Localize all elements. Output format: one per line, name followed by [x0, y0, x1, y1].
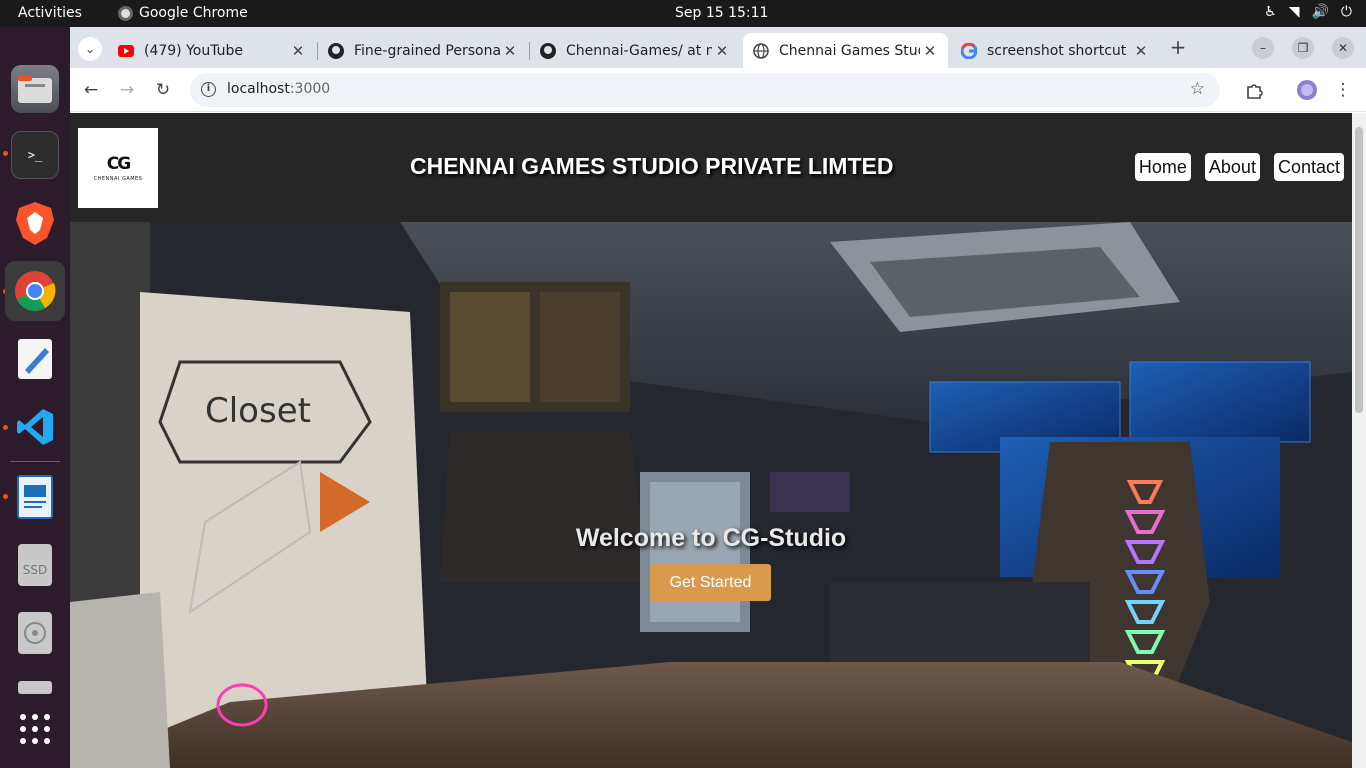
files-icon[interactable] [11, 65, 59, 113]
address-bar[interactable]: i localhost:3000 ☆ [190, 73, 1220, 107]
terminal-icon[interactable]: >_ [11, 131, 59, 179]
dock-separator [10, 461, 60, 462]
svg-text:Closet: Closet [205, 391, 311, 431]
get-started-button[interactable]: Get Started [650, 564, 771, 601]
libreoffice-writer-icon[interactable] [11, 473, 59, 521]
app-menu[interactable]: Google Chrome [118, 5, 248, 21]
minimize-button[interactable]: – [1252, 37, 1274, 59]
site-nav: Home About Contact [1134, 153, 1344, 181]
github-icon [540, 42, 556, 59]
browser-toolbar: ← → ↻ i localhost:3000 ☆ ⋮ [70, 68, 1366, 112]
site-header: CG CHENNAI GAMES CHENNAI GAMES STUDIO PR… [70, 113, 1352, 222]
app-grid-icon[interactable] [11, 705, 59, 753]
globe-icon [753, 42, 769, 59]
hero-heading: Welcome to CG-Studio [575, 524, 847, 552]
tab-title: Fine-grained Persona [354, 42, 500, 59]
tab-github-repo[interactable]: Chennai-Games/ at m ✕ [530, 33, 740, 68]
tab-title: Chennai-Games/ at m [566, 42, 712, 59]
back-button[interactable]: ← [80, 79, 102, 101]
forward-button[interactable]: → [116, 79, 138, 101]
activities-button[interactable]: Activities [18, 5, 82, 21]
hero-section: Closet Welcome to CG-Studio Get Started [70, 222, 1352, 768]
youtube-icon [118, 43, 134, 59]
hero-background-image: Closet [70, 222, 1352, 768]
tab-title: Chennai Games Stud [779, 42, 920, 59]
nav-contact-link[interactable]: Contact [1273, 153, 1344, 181]
tab-title: (479) YouTube [144, 42, 244, 59]
text-editor-icon[interactable] [11, 335, 59, 383]
wifi-icon: ◥ [1288, 4, 1300, 20]
tab-google-search[interactable]: screenshot shortcut ✕ [951, 33, 1159, 68]
extensions-icon[interactable] [1243, 79, 1265, 101]
nav-about-link[interactable]: About [1204, 153, 1260, 181]
vscode-icon[interactable] [11, 403, 59, 451]
ssd-label: SSD [22, 563, 48, 577]
scrollbar-thumb[interactable] [1355, 127, 1363, 413]
running-indicator [3, 425, 8, 430]
github-icon [328, 42, 344, 59]
brave-browser-icon[interactable] [11, 199, 59, 247]
clock[interactable]: Sep 15 15:11 [675, 5, 768, 21]
tab-github-token[interactable]: Fine-grained Persona ✕ [318, 33, 528, 68]
chrome-dock-icon[interactable] [5, 261, 65, 321]
chrome-icon [118, 5, 133, 21]
url-text[interactable]: localhost:3000 [227, 81, 330, 97]
app-menu-label: Google Chrome [139, 5, 248, 21]
maximize-button[interactable]: ❐ [1292, 37, 1314, 59]
page-scrollbar[interactable] [1352, 113, 1366, 768]
disc-drive-icon[interactable] [11, 609, 59, 657]
ssd-drive-icon[interactable]: SSD [11, 541, 59, 589]
logo-mark: CG [106, 154, 131, 174]
site-logo[interactable]: CG CHENNAI GAMES [78, 128, 158, 208]
site-title: CHENNAI GAMES STUDIO PRIVATE LIMTED [410, 153, 894, 179]
system-top-bar: Activities Google Chrome Sep 15 15:11 ♿ … [0, 0, 1366, 27]
profile-avatar[interactable] [1296, 79, 1318, 101]
google-icon [961, 42, 977, 59]
accessibility-icon[interactable]: ♿ [1264, 4, 1277, 20]
chrome-window: ⌄ (479) YouTube ✕ Fine-grained Persona ✕… [70, 27, 1366, 768]
tab-chennai-games[interactable]: Chennai Games Stud ✕ [743, 33, 948, 68]
drive-icon[interactable] [11, 677, 59, 697]
dock: >_ SSD [0, 27, 70, 768]
page-viewport: CG CHENNAI GAMES CHENNAI GAMES STUDIO PR… [70, 113, 1352, 768]
nav-home-link[interactable]: Home [1134, 153, 1191, 181]
window-close-button[interactable]: ✕ [1332, 37, 1354, 59]
logo-wordmark: CHENNAI GAMES [93, 176, 143, 182]
tab-title: screenshot shortcut [987, 42, 1127, 59]
reload-button[interactable]: ↻ [152, 79, 174, 101]
tab-search-button[interactable]: ⌄ [78, 37, 102, 61]
close-icon[interactable]: ✕ [288, 42, 308, 60]
running-indicator [3, 151, 8, 156]
power-icon: ⏻ [1340, 4, 1352, 20]
running-indicator [3, 494, 8, 499]
system-tray[interactable]: ♿ ◥ 🔊 ⏻ [1264, 4, 1352, 20]
volume-icon: 🔊 [1311, 4, 1329, 20]
close-icon[interactable]: ✕ [712, 42, 732, 60]
tab-strip: ⌄ (479) YouTube ✕ Fine-grained Persona ✕… [70, 27, 1366, 68]
site-info-icon[interactable]: i [201, 82, 216, 97]
chrome-menu-icon[interactable]: ⋮ [1332, 79, 1354, 101]
close-icon[interactable]: ✕ [500, 42, 520, 60]
close-icon[interactable]: ✕ [1131, 42, 1151, 60]
tab-youtube[interactable]: (479) YouTube ✕ [108, 33, 316, 68]
bookmark-star-icon[interactable]: ☆ [1190, 79, 1205, 99]
new-tab-button[interactable]: + [1167, 35, 1189, 59]
close-icon[interactable]: ✕ [920, 42, 940, 60]
